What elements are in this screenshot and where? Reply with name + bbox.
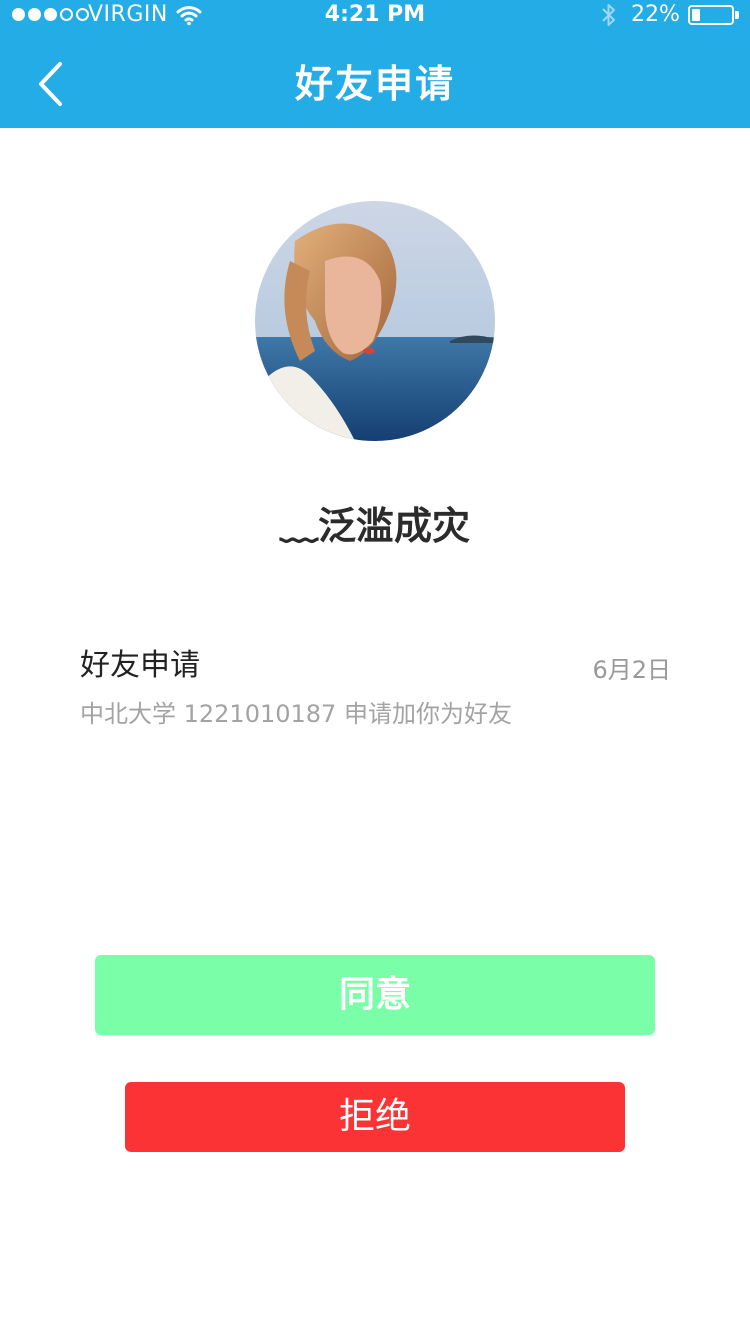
request-title: 好友申请 bbox=[80, 648, 200, 683]
status-bar: VIRGIN 4:21 PM 22% bbox=[0, 0, 750, 30]
battery-percent: 22% bbox=[631, 2, 680, 27]
request-description: 中北大学 1221010187 申请加你为好友 bbox=[80, 700, 512, 728]
battery-level-fill bbox=[692, 9, 700, 21]
avatar-photo bbox=[255, 201, 495, 441]
request-date: 6月2日 bbox=[592, 656, 671, 684]
page-title: 好友申请 bbox=[294, 62, 455, 106]
username: ﹏泛滥成灾 bbox=[279, 504, 470, 548]
reject-button[interactable]: 拒绝 bbox=[125, 1082, 625, 1152]
avatar[interactable] bbox=[255, 201, 495, 441]
battery-icon bbox=[688, 5, 734, 25]
battery-tip bbox=[735, 11, 739, 19]
bluetooth-icon bbox=[599, 2, 619, 37]
top-bar: VIRGIN 4:21 PM 22% 好友申请 bbox=[0, 0, 750, 128]
accept-button[interactable]: 同意 bbox=[95, 955, 655, 1035]
